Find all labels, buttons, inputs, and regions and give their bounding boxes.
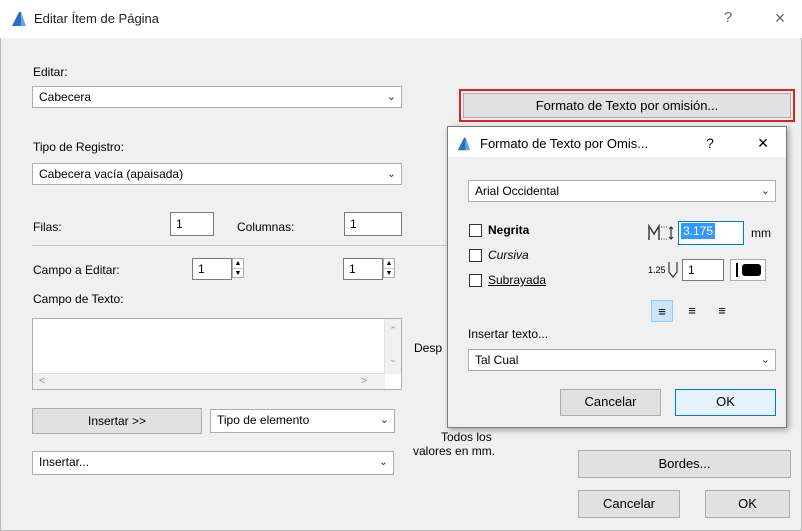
subrayada-checkbox[interactable]: [469, 274, 482, 287]
scroll-down-icon[interactable]: ⌄: [385, 354, 401, 365]
text-size-input[interactable]: 3.175: [678, 221, 744, 245]
chevron-down-icon: ⌄: [760, 354, 770, 366]
archicad-app-icon: [12, 12, 26, 26]
scroll-right-icon[interactable]: >: [361, 375, 367, 387]
spinner-1[interactable]: ▲ ▼: [232, 258, 244, 278]
bordes-button[interactable]: Bordes...: [578, 450, 791, 478]
editar-select[interactable]: Cabecera ⌄: [32, 86, 402, 108]
chevron-down-icon: ⌄: [386, 91, 396, 103]
formato-texto-subdialog: Formato de Texto por Omis... ? × Arial O…: [447, 126, 787, 428]
editar-value: Cabecera: [39, 90, 92, 104]
filas-input[interactable]: 1: [170, 212, 214, 236]
formato-texto-button[interactable]: Formato de Texto por omisión...: [463, 93, 791, 118]
scroll-left-icon[interactable]: <: [39, 375, 45, 387]
tipo-registro-value: Cabecera vacía (apaisada): [39, 167, 184, 181]
help-button[interactable]: ?: [718, 9, 738, 26]
scroll-up-icon[interactable]: ⌃: [385, 325, 401, 336]
font-select[interactable]: Arial Occidental ⌄: [468, 180, 776, 202]
subdialog-help-button[interactable]: ?: [702, 135, 718, 151]
text-size-unit: mm: [751, 226, 771, 240]
tipo-registro-select[interactable]: Cabecera vacía (apaisada) ⌄: [32, 163, 402, 185]
campo-texto-label: Campo de Texto:: [33, 292, 124, 306]
subdialog-cancel-button[interactable]: Cancelar: [560, 389, 661, 416]
align-center-icon[interactable]: ≡: [681, 300, 703, 322]
cursiva-checkbox[interactable]: [469, 249, 482, 262]
tipo-registro-label: Tipo de Registro:: [33, 140, 124, 154]
text-size-icon: [648, 224, 674, 240]
align-right-icon[interactable]: ≡: [711, 300, 733, 322]
ok-button[interactable]: OK: [705, 490, 790, 518]
tipo-elemento-select[interactable]: Tipo de elemento ⌄: [210, 409, 395, 433]
vertical-scrollbar[interactable]: ⌃ ⌄: [384, 319, 401, 374]
subrayada-label: Subrayada: [488, 273, 547, 287]
font-value: Arial Occidental: [475, 184, 560, 198]
chevron-down-icon: ⌄: [378, 456, 388, 468]
campo-texto-textarea[interactable]: ⌃ ⌄ < >: [32, 318, 402, 390]
insertar-button[interactable]: Insertar >>: [32, 408, 202, 434]
campo-editar-label: Campo a Editar:: [33, 263, 120, 277]
pen-icon: [668, 262, 678, 278]
columnas-input[interactable]: 1: [344, 212, 402, 236]
window-title: Editar Ítem de Página: [34, 11, 160, 26]
chevron-down-icon: ⌄: [379, 414, 389, 426]
campo-editar-input-2[interactable]: 1: [343, 258, 383, 280]
negrita-checkbox[interactable]: [469, 224, 482, 237]
pen-color-swatch: [742, 264, 761, 276]
negrita-label: Negrita: [488, 223, 530, 237]
spacing-label: 1.25: [648, 265, 666, 275]
insertar-value: Insertar...: [39, 455, 90, 469]
insert-text-label: Insertar texto...: [468, 327, 549, 341]
separator: [32, 245, 447, 246]
desp-label-partial: Desp: [414, 341, 443, 355]
close-button[interactable]: ×: [770, 8, 790, 29]
chevron-down-icon: ⌄: [386, 168, 396, 180]
valores-label: valores en mm.: [413, 444, 496, 458]
tipo-elemento-value: Tipo de elemento: [217, 413, 310, 427]
campo-editar-input-1[interactable]: 1: [192, 258, 232, 280]
pen-color-divider: [736, 263, 738, 277]
cancelar-button[interactable]: Cancelar: [578, 490, 680, 518]
insert-text-value: Tal Cual: [475, 353, 519, 367]
chevron-down-icon: ⌄: [760, 185, 770, 197]
align-left-icon[interactable]: ≡: [651, 300, 673, 322]
editar-label: Editar:: [33, 65, 68, 79]
subdialog-close-button[interactable]: ×: [754, 133, 772, 154]
pen-color-selector[interactable]: [730, 259, 766, 281]
archicad-app-icon: [457, 137, 471, 151]
subdialog-ok-button[interactable]: OK: [675, 389, 776, 416]
todos-label-partial: Todos los: [441, 430, 492, 444]
columnas-label: Columnas:: [237, 220, 295, 234]
text-size-value: 3.175: [681, 223, 716, 239]
pen-input[interactable]: 1: [682, 259, 724, 281]
horizontal-scrollbar[interactable]: < >: [33, 373, 385, 389]
subdialog-title: Formato de Texto por Omis...: [480, 136, 649, 151]
insertar-select[interactable]: Insertar... ⌄: [32, 451, 394, 475]
spinner-2[interactable]: ▲ ▼: [383, 258, 395, 278]
cursiva-label: Cursiva: [488, 248, 529, 262]
filas-label: Filas:: [33, 220, 62, 234]
insert-text-select[interactable]: Tal Cual ⌄: [468, 349, 776, 371]
